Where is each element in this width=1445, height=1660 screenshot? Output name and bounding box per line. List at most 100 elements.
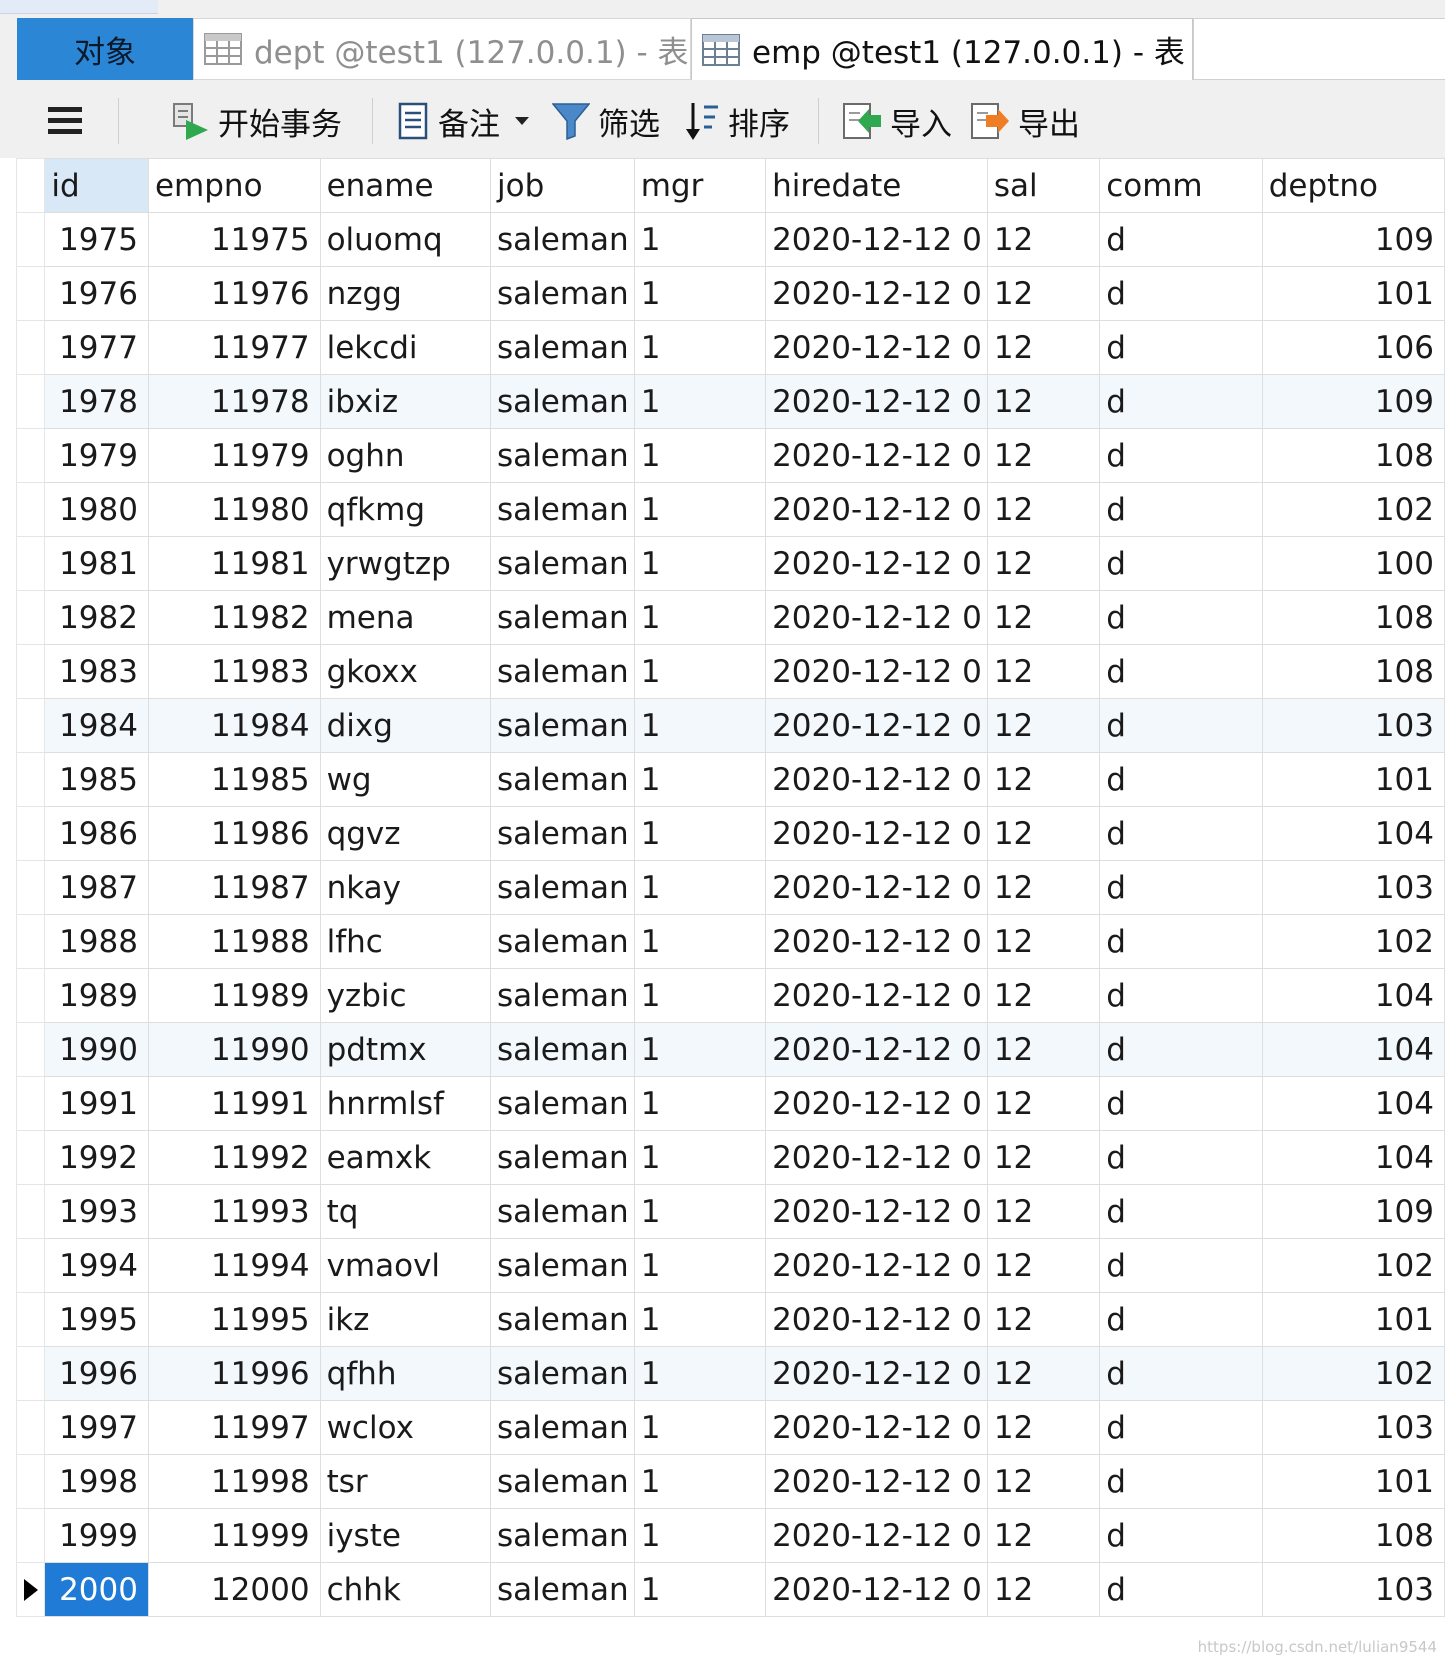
table-row[interactable]: 1985 11985 wg saleman 1 2020-12-12 0 12 d 101	[15, 752, 1445, 807]
cell-comm[interactable]: d	[1099, 1454, 1263, 1509]
column-header-sal[interactable]: sal	[986, 158, 1101, 213]
cell-ename[interactable]: yzbic	[319, 968, 492, 1023]
cell-mgr[interactable]: 1	[633, 1238, 767, 1293]
cell-hiredate[interactable]: 2020-12-12 0	[765, 1130, 988, 1185]
cell-hiredate[interactable]: 2020-12-12 0	[765, 1238, 988, 1293]
cell-ename[interactable]: wg	[319, 752, 492, 807]
cell-empno[interactable]: 11986	[147, 806, 321, 861]
cell-ename[interactable]: gkoxx	[319, 644, 492, 699]
cell-id[interactable]: 1998	[44, 1454, 149, 1509]
table-row[interactable]: 1980 11980 qfkmg saleman 1 2020-12-12 0 12 d 102	[15, 482, 1445, 537]
cell-sal[interactable]: 12	[986, 1184, 1101, 1239]
row-header[interactable]	[15, 1292, 46, 1347]
cell-id[interactable]: 1982	[44, 590, 149, 645]
cell-hiredate[interactable]: 2020-12-12 0	[765, 1184, 988, 1239]
cell-deptno[interactable]: 109	[1261, 1184, 1445, 1239]
tab-dept-table[interactable]: dept @test1 (127.0.0.1) - 表	[193, 18, 691, 80]
cell-ename[interactable]: nkay	[319, 860, 492, 915]
table-row[interactable]: 1998 11998 tsr saleman 1 2020-12-12 0 12 d 101	[15, 1454, 1445, 1509]
cell-mgr[interactable]: 1	[633, 968, 767, 1023]
cell-empno[interactable]: 11977	[147, 320, 321, 375]
cell-hiredate[interactable]: 2020-12-12 0	[765, 428, 988, 483]
cell-empno[interactable]: 11999	[147, 1508, 321, 1563]
cell-mgr[interactable]: 1	[633, 1346, 767, 1401]
row-header[interactable]	[15, 1508, 46, 1563]
cell-mgr[interactable]: 1	[633, 806, 767, 861]
cell-deptno[interactable]: 104	[1261, 968, 1445, 1023]
cell-comm[interactable]: d	[1099, 1508, 1263, 1563]
cell-job[interactable]: saleman	[490, 374, 635, 429]
column-header-empno[interactable]: empno	[147, 158, 321, 213]
cell-deptno[interactable]: 102	[1261, 1238, 1445, 1293]
row-header[interactable]	[15, 968, 46, 1023]
cell-job[interactable]: saleman	[490, 1184, 635, 1239]
cell-mgr[interactable]: 1	[633, 914, 767, 969]
cell-empno[interactable]: 11984	[147, 698, 321, 753]
row-header[interactable]	[15, 1238, 46, 1293]
row-header[interactable]	[15, 428, 46, 483]
table-row[interactable]: 1981 11981 yrwgtzp saleman 1 2020-12-12 0 12 d 1…	[15, 536, 1445, 591]
cell-hiredate[interactable]: 2020-12-12 0	[765, 698, 988, 753]
cell-hiredate[interactable]: 2020-12-12 0	[765, 536, 988, 591]
cell-job[interactable]: saleman	[490, 860, 635, 915]
cell-mgr[interactable]: 1	[633, 536, 767, 591]
cell-mgr[interactable]: 1	[633, 1400, 767, 1455]
cell-ename[interactable]: lfhc	[319, 914, 492, 969]
cell-id[interactable]: 1978	[44, 374, 149, 429]
cell-deptno[interactable]: 103	[1261, 698, 1445, 753]
cell-deptno[interactable]: 108	[1261, 590, 1445, 645]
sort-button[interactable]: 排序	[684, 100, 790, 143]
cell-ename[interactable]: wclox	[319, 1400, 492, 1455]
cell-comm[interactable]: d	[1099, 536, 1263, 591]
cell-job[interactable]: saleman	[490, 806, 635, 861]
cell-mgr[interactable]: 1	[633, 1562, 767, 1617]
cell-job[interactable]: saleman	[490, 698, 635, 753]
column-header-deptno[interactable]: deptno	[1261, 158, 1445, 213]
cell-comm[interactable]: d	[1099, 1184, 1263, 1239]
cell-comm[interactable]: d	[1099, 914, 1263, 969]
cell-comm[interactable]: d	[1099, 644, 1263, 699]
cell-sal[interactable]: 12	[986, 1346, 1101, 1401]
cell-id[interactable]: 1991	[44, 1076, 149, 1131]
cell-deptno[interactable]: 108	[1261, 644, 1445, 699]
cell-ename[interactable]: chhk	[319, 1562, 492, 1617]
cell-hiredate[interactable]: 2020-12-12 0	[765, 1562, 988, 1617]
cell-id[interactable]: 1976	[44, 266, 149, 321]
cell-job[interactable]: saleman	[490, 1022, 635, 1077]
row-header[interactable]	[15, 752, 46, 807]
cell-sal[interactable]: 12	[986, 914, 1101, 969]
cell-id[interactable]: 1986	[44, 806, 149, 861]
table-row[interactable]: 1984 11984 dixg saleman 1 2020-12-12 0 12 d 103	[15, 698, 1445, 753]
cell-hiredate[interactable]: 2020-12-12 0	[765, 590, 988, 645]
begin-transaction-button[interactable]: 开始事务	[172, 100, 342, 143]
cell-hiredate[interactable]: 2020-12-12 0	[765, 752, 988, 807]
cell-empno[interactable]: 11979	[147, 428, 321, 483]
import-button[interactable]: 导入	[842, 100, 952, 143]
cell-empno[interactable]: 11992	[147, 1130, 321, 1185]
cell-ename[interactable]: iyste	[319, 1508, 492, 1563]
row-header[interactable]	[15, 1346, 46, 1401]
cell-sal[interactable]: 12	[986, 698, 1101, 753]
table-row[interactable]: 1994 11994 vmaovl saleman 1 2020-12-12 0 12 d 10…	[15, 1238, 1445, 1293]
cell-hiredate[interactable]: 2020-12-12 0	[765, 320, 988, 375]
cell-empno[interactable]: 11987	[147, 860, 321, 915]
cell-comm[interactable]: d	[1099, 1076, 1263, 1131]
cell-deptno[interactable]: 100	[1261, 536, 1445, 591]
cell-job[interactable]: saleman	[490, 644, 635, 699]
cell-job[interactable]: saleman	[490, 1238, 635, 1293]
cell-hiredate[interactable]: 2020-12-12 0	[765, 482, 988, 537]
cell-deptno[interactable]: 104	[1261, 806, 1445, 861]
cell-job[interactable]: saleman	[490, 428, 635, 483]
table-row[interactable]: 1976 11976 nzgg saleman 1 2020-12-12 0 12 d 101	[15, 266, 1445, 321]
table-row[interactable]: 1982 11982 mena saleman 1 2020-12-12 0 12 d 108	[15, 590, 1445, 645]
cell-id[interactable]: 1990	[44, 1022, 149, 1077]
table-row[interactable]: 1990 11990 pdtmx saleman 1 2020-12-12 0 12 d 104	[15, 1022, 1445, 1077]
cell-mgr[interactable]: 1	[633, 482, 767, 537]
row-header[interactable]	[15, 212, 46, 267]
cell-comm[interactable]: d	[1099, 968, 1263, 1023]
cell-mgr[interactable]: 1	[633, 1508, 767, 1563]
row-header[interactable]	[15, 644, 46, 699]
cell-empno[interactable]: 11993	[147, 1184, 321, 1239]
row-header[interactable]	[15, 482, 46, 537]
column-header-comm[interactable]: comm	[1099, 158, 1263, 213]
